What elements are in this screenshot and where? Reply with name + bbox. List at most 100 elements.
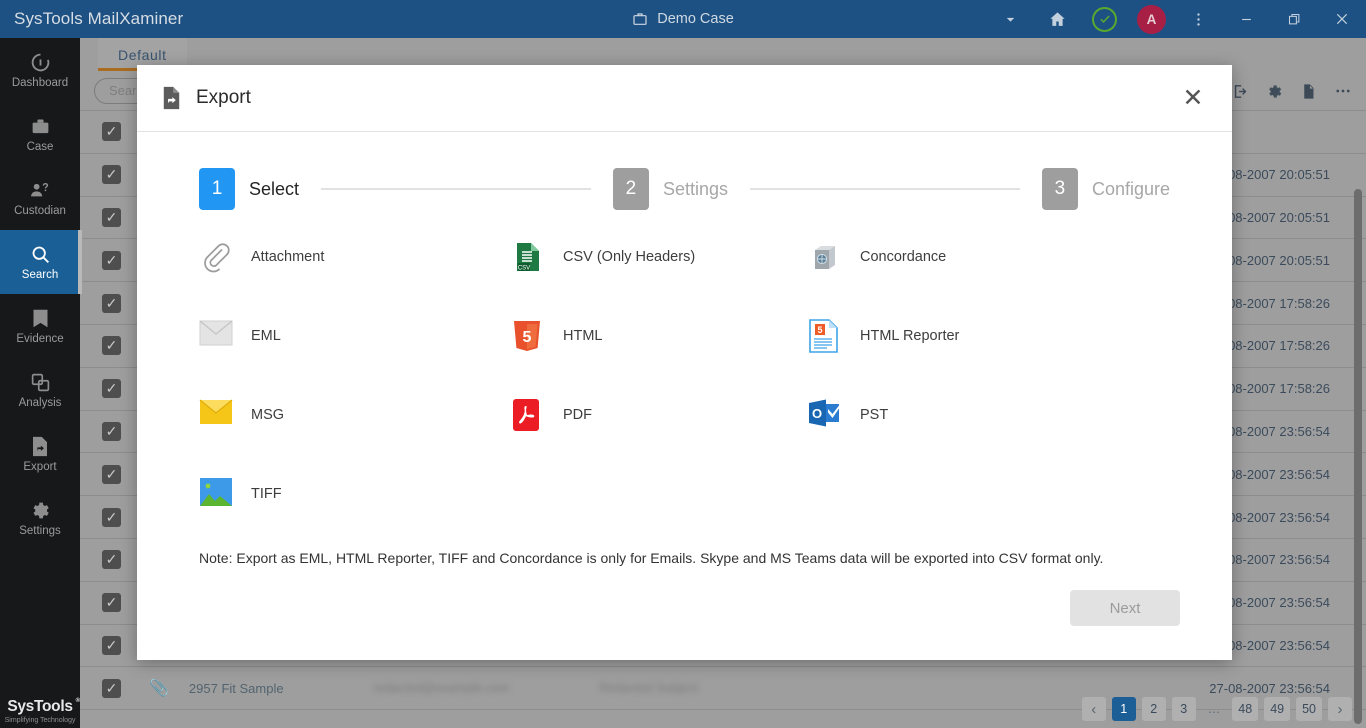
step-number: 3 xyxy=(1041,168,1078,210)
export-format-msg[interactable]: MSG xyxy=(199,396,511,434)
export-format-label: HTML Reporter xyxy=(860,328,960,344)
pagination-page-3[interactable]: 3 xyxy=(1171,697,1196,721)
sidebar-item-case[interactable]: Case xyxy=(0,102,80,166)
pdf-file-icon xyxy=(511,398,545,432)
sidebar-item-label: Custodian xyxy=(14,204,66,217)
gear-icon[interactable] xyxy=(1266,83,1283,100)
close-icon[interactable]: ✕ xyxy=(1176,81,1210,115)
dialog-header: Export ✕ xyxy=(137,65,1232,132)
logo-registered-mark: ® xyxy=(75,698,80,704)
sidebar-item-custodian[interactable]: Custodian xyxy=(0,166,80,230)
sidebar-item-analysis[interactable]: Analysis xyxy=(0,358,80,422)
export-format-label: PDF xyxy=(563,407,592,423)
check-circle-icon[interactable] xyxy=(1081,0,1128,38)
sidebar-item-label: Evidence xyxy=(16,332,64,345)
row-checkbox[interactable]: ✓ xyxy=(102,122,121,142)
export-format-pdf[interactable]: PDF xyxy=(511,396,808,434)
pagination-next[interactable]: › xyxy=(1328,697,1352,721)
row-checkbox[interactable]: ✓ xyxy=(102,421,121,441)
export-format-pst[interactable]: O PST xyxy=(808,396,1170,434)
kebab-menu-icon[interactable] xyxy=(1175,0,1222,38)
export-format-eml[interactable]: EML xyxy=(199,317,511,355)
case-selector[interactable]: Demo Case xyxy=(632,11,734,27)
logo-tagline: Simplifying Technology xyxy=(4,715,76,724)
sidebar-item-label: Search xyxy=(21,268,59,281)
row-checkbox[interactable]: ✓ xyxy=(102,293,121,313)
row-checkbox[interactable]: ✓ xyxy=(102,635,121,655)
row-checkbox[interactable]: ✓ xyxy=(102,507,121,527)
pagination-prev[interactable]: ‹ xyxy=(1081,697,1106,721)
vertical-scrollbar[interactable] xyxy=(1354,189,1362,724)
export-format-concordance[interactable]: Concordance xyxy=(808,238,1170,276)
avatar[interactable]: A xyxy=(1128,0,1175,38)
row-checkbox[interactable]: ✓ xyxy=(102,550,121,570)
sidebar-item-search[interactable]: Search xyxy=(0,230,82,294)
pagination-page-1[interactable]: 1 xyxy=(1111,697,1136,721)
csv-file-icon: CSV xyxy=(511,240,545,274)
stepper: 1 Select 2 Settings 3 Configure xyxy=(199,168,1170,210)
export-format-attachment[interactable]: Attachment xyxy=(199,238,511,276)
modal-overlay: Export ✕ 1 Select 2 Settings 3 Configure… xyxy=(0,0,1366,728)
pagination-ellipsis: … xyxy=(1207,702,1221,716)
sidebar-item-dashboard[interactable]: Dashboard xyxy=(0,38,80,102)
step-settings[interactable]: 2 Settings xyxy=(612,168,728,210)
app-root: Default Search ✓ ✓ 27-08-2007 20:05:51 ✓… xyxy=(0,0,1366,728)
step-select[interactable]: 1 Select xyxy=(199,168,299,210)
row-checkbox[interactable]: ✓ xyxy=(102,379,121,399)
minimize-icon[interactable] xyxy=(1222,0,1270,38)
row-checkbox[interactable]: ✓ xyxy=(102,464,121,484)
step-label: Select xyxy=(249,178,300,199)
export-format-html-reporter[interactable]: 5 HTML Reporter xyxy=(808,317,1170,355)
row-checkbox[interactable]: ✓ xyxy=(102,336,121,356)
outlook-pst-icon: O xyxy=(808,398,842,432)
step-number: 2 xyxy=(612,168,649,210)
user-question-icon xyxy=(29,180,51,201)
step-number: 1 xyxy=(199,168,235,210)
dialog-title: Export xyxy=(196,87,251,108)
close-icon[interactable] xyxy=(1318,0,1366,38)
step-configure[interactable]: 3 Configure xyxy=(1041,168,1170,210)
envelope-grey-icon xyxy=(199,319,233,353)
export-format-csv-only-headers[interactable]: CSV CSV (Only Headers) xyxy=(511,238,808,276)
svg-text:O: O xyxy=(812,406,822,421)
home-icon[interactable] xyxy=(1034,0,1081,38)
export-icon[interactable] xyxy=(1232,83,1249,100)
sidebar-item-label: Analysis xyxy=(18,396,62,409)
svg-text:CSV: CSV xyxy=(518,266,530,272)
pagination-page-2[interactable]: 2 xyxy=(1141,697,1166,721)
pagination: ‹ 1 2 3 … 48 49 50 › xyxy=(80,690,1366,728)
caret-down-icon[interactable] xyxy=(987,0,1034,38)
ellipsis-icon[interactable] xyxy=(1334,82,1352,100)
html-report-file-icon: 5 xyxy=(808,319,842,353)
report-icon[interactable] xyxy=(1300,83,1317,100)
pagination-page-49[interactable]: 49 xyxy=(1264,697,1291,721)
export-format-tiff[interactable]: TIFF xyxy=(199,475,511,513)
dashboard-icon xyxy=(30,52,51,73)
export-format-label: EML xyxy=(251,328,281,344)
svg-text:5: 5 xyxy=(817,325,822,335)
sidebar-item-export[interactable]: Export xyxy=(0,422,80,486)
step-label: Configure xyxy=(1091,178,1170,199)
book-icon xyxy=(31,308,50,329)
briefcase-icon xyxy=(632,11,648,27)
sidebar-item-settings[interactable]: Settings xyxy=(0,486,80,550)
step-connector xyxy=(321,188,591,190)
image-tiff-icon xyxy=(199,477,233,511)
restore-icon[interactable] xyxy=(1270,0,1318,38)
tab-label: Default xyxy=(118,46,167,63)
row-checkbox[interactable]: ✓ xyxy=(102,165,121,185)
sidebar-item-label: Case xyxy=(26,140,54,153)
row-checkbox[interactable]: ✓ xyxy=(102,593,121,613)
row-checkbox[interactable]: ✓ xyxy=(102,207,121,227)
pagination-page-50[interactable]: 50 xyxy=(1296,697,1322,721)
sidebar-item-evidence[interactable]: Evidence xyxy=(0,294,80,358)
avatar-initial: A xyxy=(1137,4,1166,34)
pagination-page-48[interactable]: 48 xyxy=(1232,697,1259,721)
row-checkbox[interactable]: ✓ xyxy=(102,250,121,270)
app-brand: SysTools MailXaminer xyxy=(14,9,184,28)
file-export-icon xyxy=(161,86,182,110)
export-format-label: Attachment xyxy=(251,249,325,265)
next-button[interactable]: Next xyxy=(1070,590,1180,626)
logo-name: SysTools xyxy=(7,698,73,715)
export-format-html[interactable]: 5 HTML xyxy=(511,317,808,355)
